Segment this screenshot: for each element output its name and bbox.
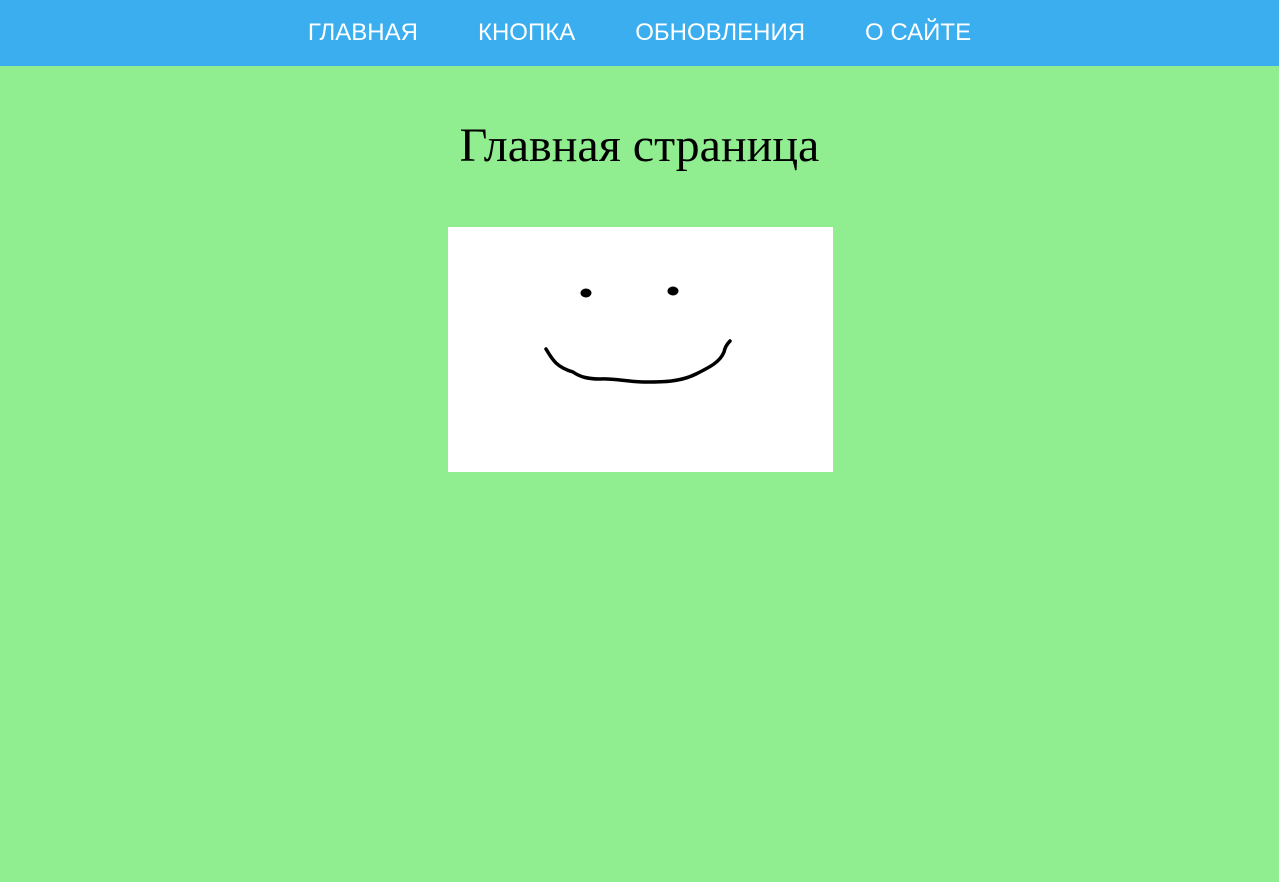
nav-link-updates[interactable]: ОБНОВЛЕНИЯ (605, 0, 835, 66)
smiley-mouth (544, 339, 732, 384)
smiley-face-icon (544, 286, 732, 384)
smiley-right-eye (667, 286, 679, 296)
nav-link-home[interactable]: ГЛАВНАЯ (278, 0, 448, 66)
top-navbar: ГЛАВНАЯ КНОПКА ОБНОВЛЕНИЯ О САЙТЕ (0, 0, 1279, 66)
smiley-image (448, 227, 833, 472)
page-title: Главная страница (459, 119, 820, 172)
nav-link-about[interactable]: О САЙТЕ (835, 0, 1001, 66)
nav-link-button[interactable]: КНОПКА (448, 0, 605, 66)
smiley-left-eye (580, 288, 592, 298)
